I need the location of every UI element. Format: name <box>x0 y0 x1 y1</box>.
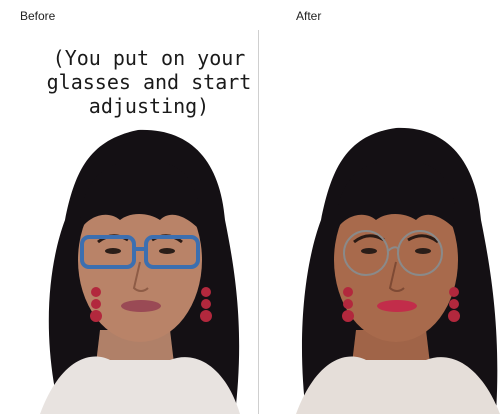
left-eye <box>361 248 377 254</box>
caption: (You put on your glasses and start adjus… <box>46 46 252 118</box>
after-label: After <box>296 9 322 23</box>
before-label: Before <box>20 9 56 23</box>
before-panel: (You put on your glasses and start adjus… <box>20 30 258 414</box>
left-eye <box>105 248 121 254</box>
after-panel <box>296 30 500 414</box>
left-earring <box>342 287 354 322</box>
right-eye <box>415 248 431 254</box>
right-earring <box>200 287 212 322</box>
left-earring <box>90 287 102 322</box>
right-earring <box>448 287 460 322</box>
after-portrait <box>296 30 500 414</box>
divider <box>258 30 259 414</box>
right-eye <box>159 248 175 254</box>
lips <box>377 300 417 312</box>
lips <box>121 300 161 312</box>
